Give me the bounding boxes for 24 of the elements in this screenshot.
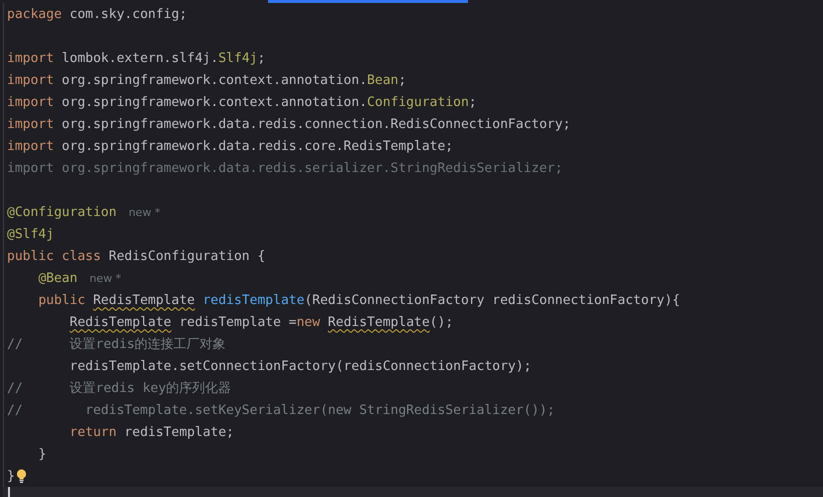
code-line: import org.springframework.data.redis.connection.RedisConnectionFactory; (7, 116, 571, 132)
code-line: @Configuration (7, 204, 117, 220)
text-caret (8, 487, 10, 497)
code-line: redisTemplate.setConnectionFactory(redisConnectionFactory); (68, 358, 532, 374)
code-line: @Bean (37, 270, 78, 286)
code-line: import org.springframework.data.redis.serializer.StringRedisSerializer; (7, 160, 563, 176)
code-line: import lombok.extern.slf4j.Slf4j; (7, 50, 266, 66)
code-line: RedisTemplate redisTemplate =new RedisTemplate(); (68, 314, 454, 330)
inlay-hint[interactable]: new * (89, 272, 122, 284)
inlay-hint[interactable]: new * (128, 206, 160, 218)
code-comment: // redisTemplate.setKeySerializer(new StringRedisSerializer()); (7, 402, 555, 418)
code-line: public RedisTemplate redisTemplate(RedisConnectionFactory redisConnectionFactory){ (37, 292, 680, 308)
code-line: import org.springframework.context.annotation.Configuration; (7, 94, 477, 110)
code-line: @Slf4j (7, 226, 54, 242)
lightbulb-icon[interactable] (16, 469, 27, 483)
code-line: return redisTemplate; (68, 424, 234, 440)
code-line: package com.sky.config; (7, 6, 188, 22)
code-line: import org.springframework.data.redis.core.RedisTemplate; (7, 138, 454, 154)
code-line: } (7, 468, 15, 484)
code-comment: // 设置redis的连接工厂对象 (7, 336, 226, 353)
code-line: public class RedisConfiguration { (7, 248, 266, 264)
code-line: import org.springframework.context.annotation.Bean; (7, 72, 406, 88)
code-line: } (37, 446, 46, 462)
code-comment: // 设置redis key的序列化器 (7, 380, 232, 397)
